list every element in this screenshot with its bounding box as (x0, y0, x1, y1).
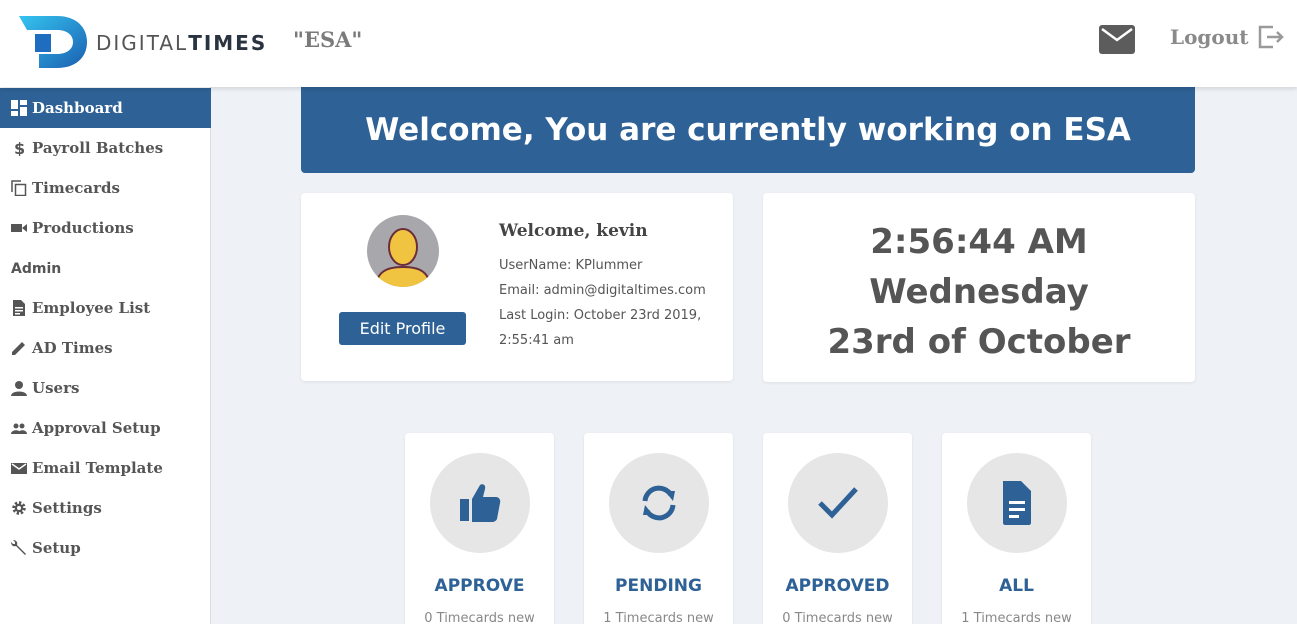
admin-heading: Admin (11, 261, 62, 277)
sidebar-item-payroll-batches[interactable]: $ Payroll Batches (0, 128, 211, 168)
stat-title: ALL (999, 576, 1034, 596)
sidebar-item-email-template[interactable]: Email Template (0, 448, 211, 488)
sidebar-item-label: AD Times (32, 339, 113, 357)
sidebar-item-label: Timecards (32, 179, 120, 197)
svg-text:$: $ (14, 140, 25, 156)
user-icon (10, 379, 28, 397)
last-login-text: Last Login: October 23rd 2019, (499, 308, 702, 323)
sidebar-item-ad-times[interactable]: AD Times (0, 328, 211, 368)
welcome-banner: Welcome, You are currently working on ES… (301, 87, 1195, 173)
stat-icon-circle (609, 453, 709, 553)
sidebar-item-label: Dashboard (32, 99, 123, 117)
stat-icon-circle (430, 453, 530, 553)
stat-icon-circle (788, 453, 888, 553)
clock-card: 2:56:44 AM Wednesday 23rd of October (763, 193, 1195, 382)
sidebar: Dashboard $ Payroll Batches Timecards Pr… (0, 87, 211, 624)
sync-icon (642, 485, 676, 521)
banner-text: Welcome, You are currently working on ES… (365, 112, 1131, 148)
last-login-time: 2:55:41 am (499, 333, 574, 348)
email-text: Email: admin@digitaltimes.com (499, 283, 706, 298)
sidebar-item-label: Setup (32, 539, 81, 557)
stat-subtitle: 1 Timecards new (603, 611, 714, 624)
logout-label: Logout (1170, 25, 1249, 49)
stat-card-pending[interactable]: PENDING 1 Timecards new (584, 433, 733, 624)
wrench-icon (10, 539, 28, 557)
sidebar-item-productions[interactable]: Productions (0, 208, 211, 248)
avatar (367, 215, 439, 287)
stat-subtitle: 0 Timecards new (782, 611, 893, 624)
edit-profile-button[interactable]: Edit Profile (339, 312, 466, 345)
copy-icon (10, 179, 28, 197)
dollar-icon: $ (10, 139, 28, 157)
sidebar-item-settings[interactable]: Settings (0, 488, 211, 528)
app-header: DIGITALTIMES "ESA" Logout (0, 0, 1297, 87)
mail-icon[interactable] (1099, 25, 1135, 54)
sidebar-item-label: Users (32, 379, 80, 397)
sidebar-item-label: Approval Setup (32, 419, 161, 437)
sidebar-item-timecards[interactable]: Timecards (0, 168, 211, 208)
dashboard-icon (10, 99, 28, 117)
thumbs-up-icon (460, 484, 501, 522)
digitaltimes-logo[interactable] (17, 14, 89, 70)
sidebar-item-label: Email Template (32, 459, 163, 477)
stat-subtitle: 0 Timecards new (424, 611, 535, 624)
stat-card-all[interactable]: ALL 1 Timecards new (942, 433, 1091, 624)
stat-title: PENDING (615, 576, 702, 596)
welcome-user: Welcome, kevin (499, 221, 648, 241)
sidebar-item-setup[interactable]: Setup (0, 528, 211, 568)
stat-card-approved[interactable]: APPROVED 0 Timecards new (763, 433, 912, 624)
sidebar-item-dashboard[interactable]: Dashboard (0, 88, 211, 128)
envelope-icon (10, 459, 28, 477)
document-icon (10, 299, 28, 317)
clock-time: 2:56:44 AM (870, 221, 1088, 262)
username-text: UserName: KPlummer (499, 258, 643, 273)
sidebar-item-label: Productions (32, 219, 134, 237)
gear-icon (10, 499, 28, 517)
sidebar-item-users[interactable]: Users (0, 368, 211, 408)
clock-date: 23rd of October (827, 321, 1131, 362)
file-icon (1003, 481, 1031, 525)
sidebar-item-employee-list[interactable]: Employee List (0, 288, 211, 328)
logout-icon (1258, 25, 1284, 49)
stat-title: APPROVE (434, 576, 525, 596)
sidebar-item-approval-setup[interactable]: Approval Setup (0, 408, 211, 448)
stat-card-approve[interactable]: APPROVE 0 Timecards new (405, 433, 554, 624)
sidebar-item-label: Settings (32, 499, 102, 517)
people-icon (10, 419, 28, 437)
checkmark-icon (818, 487, 858, 519)
organization-name: "ESA" (293, 27, 363, 52)
logout-button[interactable]: Logout (1170, 24, 1285, 50)
video-camera-icon (10, 219, 28, 237)
pencil-icon (10, 339, 28, 357)
sidebar-item-label: Employee List (32, 299, 151, 317)
sidebar-item-label: Payroll Batches (32, 139, 164, 157)
clock-day: Wednesday (869, 271, 1089, 312)
profile-card: Edit Profile Welcome, kevin UserName: KP… (301, 193, 733, 381)
stat-subtitle: 1 Timecards new (961, 611, 1072, 624)
stat-title: APPROVED (785, 576, 890, 596)
stat-icon-circle (967, 453, 1067, 553)
brand-name: DIGITALTIMES (96, 31, 268, 55)
